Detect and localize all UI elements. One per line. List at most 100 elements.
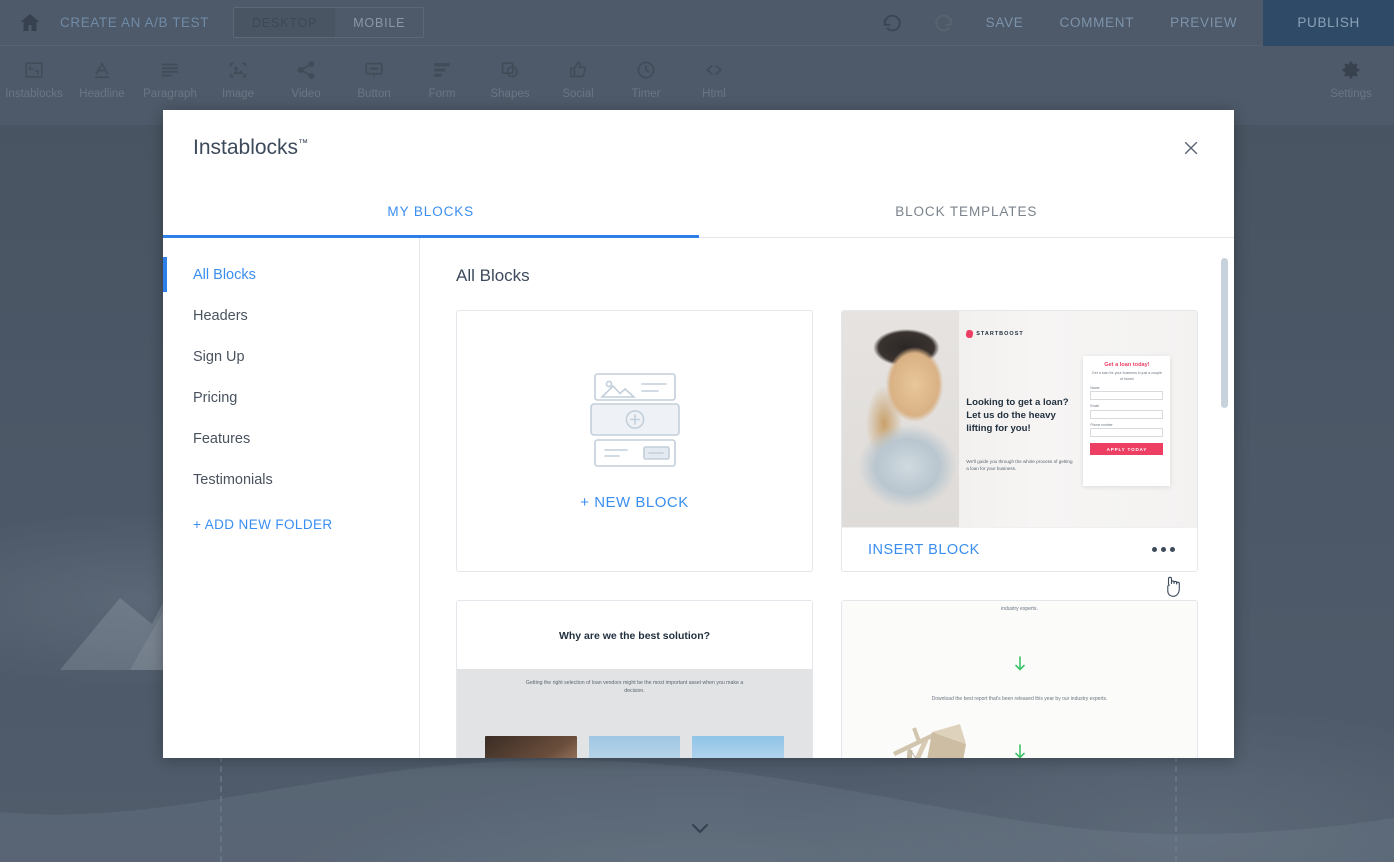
arrow-down-icon <box>1014 744 1025 758</box>
modal-title: Instablocks™ <box>193 136 308 160</box>
new-block-label[interactable]: + NEW BLOCK <box>580 494 688 511</box>
sidebar-item-pricing[interactable]: Pricing <box>163 377 419 418</box>
tool-timer[interactable]: Timer <box>612 46 680 100</box>
tool-label: Timer <box>631 88 661 100</box>
form-subtitle: Get a loan for your business in just a c… <box>1091 371 1162 381</box>
comment-button[interactable]: COMMENT <box>1042 0 1153 46</box>
section-headline: Why are we the best solution? <box>558 629 711 642</box>
tool-label: Form <box>428 88 456 100</box>
headline-icon <box>94 61 110 79</box>
hill-decoration <box>0 760 1394 862</box>
tool-label: Headline <box>79 88 125 100</box>
paragraph-icon <box>161 63 179 77</box>
tool-social[interactable]: Social <box>544 46 612 100</box>
undo-icon[interactable] <box>882 12 904 34</box>
tool-label: Paragraph <box>143 88 197 100</box>
tool-instablocks[interactable]: Instablocks <box>0 46 68 100</box>
section-subtext: Getting the right selection of loan vend… <box>525 680 744 695</box>
hero-headline: Looking to get a loan? Let us do the hea… <box>966 397 1069 434</box>
gear-icon <box>1342 61 1360 79</box>
sidebar-item-testimonials[interactable]: Testimonials <box>163 459 419 500</box>
trademark-symbol: ™ <box>298 138 309 149</box>
form-icon <box>434 63 450 77</box>
thumbs-up-icon <box>569 61 586 78</box>
image-row <box>485 736 784 758</box>
close-button[interactable] <box>1176 133 1206 163</box>
chevron-down-icon[interactable] <box>683 816 717 840</box>
tool-shapes[interactable]: Shapes <box>476 46 544 100</box>
block-card-report-download[interactable]: industry experts. Download the best repo… <box>841 600 1198 758</box>
tool-html[interactable]: Html <box>680 46 748 100</box>
instablocks-icon <box>25 62 43 78</box>
tool-label: Image <box>222 88 254 100</box>
create-ab-test-link[interactable]: CREATE AN A/B TEST <box>60 15 209 30</box>
save-button[interactable]: SAVE <box>968 0 1042 46</box>
tool-video[interactable]: Video <box>272 46 340 100</box>
sidebar-item-features[interactable]: Features <box>163 418 419 459</box>
app-root: CREATE AN A/B TEST DESKTOP MOBILE SAVE C… <box>0 0 1394 862</box>
blocks-content-area: All Blocks + NEW BLOCK STARTBOOST Lookin… <box>420 238 1234 758</box>
button-icon <box>365 62 383 77</box>
modal-title-text: Instablocks <box>193 136 299 159</box>
block-thumbnail: Why are we the best solution? Getting th… <box>457 601 812 758</box>
block-thumbnail: industry experts. Download the best repo… <box>842 601 1197 758</box>
tool-headline[interactable]: Headline <box>68 46 136 100</box>
top-header-bar: CREATE AN A/B TEST DESKTOP MOBILE SAVE C… <box>0 0 1394 46</box>
tool-label: Video <box>291 88 321 100</box>
publish-button[interactable]: PUBLISH <box>1263 0 1394 46</box>
device-toggle: DESKTOP MOBILE <box>233 7 425 38</box>
shapes-icon <box>501 62 518 78</box>
lead-form: Get a loan today! Get a loan for your bu… <box>1083 356 1171 486</box>
scrollbar-thumb[interactable] <box>1221 258 1228 408</box>
close-icon <box>1184 141 1198 155</box>
logo-text: STARTBOOST <box>976 331 1024 338</box>
clock-icon <box>637 61 655 79</box>
tool-form[interactable]: Form <box>408 46 476 100</box>
preview-image <box>692 736 784 758</box>
device-desktop-button[interactable]: DESKTOP <box>234 8 336 37</box>
sidebar-item-sign-up[interactable]: Sign Up <box>163 336 419 377</box>
add-new-folder-button[interactable]: + ADD NEW FOLDER <box>163 504 419 545</box>
tool-image[interactable]: Image <box>204 46 272 100</box>
phone-field <box>1090 428 1164 438</box>
brand-logo: STARTBOOST <box>965 330 1024 339</box>
tool-paragraph[interactable]: Paragraph <box>136 46 204 100</box>
more-options-icon[interactable] <box>1152 547 1175 552</box>
home-icon[interactable] <box>18 11 42 35</box>
modal-body: All Blocks Headers Sign Up Pricing Featu… <box>163 238 1234 758</box>
new-block-placeholder-icon <box>589 372 680 467</box>
device-mobile-button[interactable]: MOBILE <box>335 8 423 37</box>
content-scrollbar[interactable] <box>1221 238 1231 758</box>
mouse-cursor-pointer-icon <box>1167 576 1180 597</box>
video-share-icon <box>297 61 315 79</box>
sidebar-item-all-blocks[interactable]: All Blocks <box>163 254 419 295</box>
tool-label: Button <box>357 88 391 100</box>
tool-button[interactable]: Button <box>340 46 408 100</box>
preview-image <box>588 736 681 758</box>
lamp-illustration <box>892 724 966 758</box>
blocks-grid: + NEW BLOCK STARTBOOST Looking to get a … <box>456 310 1198 758</box>
modal-tabs: MY BLOCKS BLOCK TEMPLATES <box>163 186 1234 238</box>
modal-header: Instablocks™ <box>163 110 1234 186</box>
image-icon <box>229 62 247 78</box>
top-actions: SAVE COMMENT PREVIEW PUBLISH <box>868 0 1394 46</box>
instablocks-modal: Instablocks™ MY BLOCKS BLOCK TEMPLATES A… <box>163 110 1234 758</box>
tool-label: Social <box>562 88 594 100</box>
report-line-1: industry experts. <box>1001 606 1038 613</box>
preview-image <box>485 736 577 758</box>
hero-subtext: We'll guide you through the whole proces… <box>966 458 1073 472</box>
tab-my-blocks[interactable]: MY BLOCKS <box>163 186 699 238</box>
field-label-name: Name <box>1090 385 1100 390</box>
apply-today-button: APPLY TODAY <box>1090 443 1164 456</box>
redo-icon[interactable] <box>932 12 954 34</box>
preview-button[interactable]: PREVIEW <box>1152 0 1255 46</box>
tool-label: Html <box>702 88 726 100</box>
sidebar-item-headers[interactable]: Headers <box>163 295 419 336</box>
tool-settings[interactable]: Settings <box>1308 46 1394 100</box>
insert-block-button[interactable]: INSERT BLOCK <box>868 542 980 558</box>
tab-block-templates[interactable]: BLOCK TEMPLATES <box>699 186 1235 237</box>
block-card-startboost-loan-hero[interactable]: STARTBOOST Looking to get a loan? Let us… <box>841 310 1198 572</box>
block-card-why-best-solution[interactable]: Why are we the best solution? Getting th… <box>456 600 813 758</box>
new-block-card[interactable]: + NEW BLOCK <box>456 310 813 572</box>
settings-label: Settings <box>1330 88 1372 100</box>
